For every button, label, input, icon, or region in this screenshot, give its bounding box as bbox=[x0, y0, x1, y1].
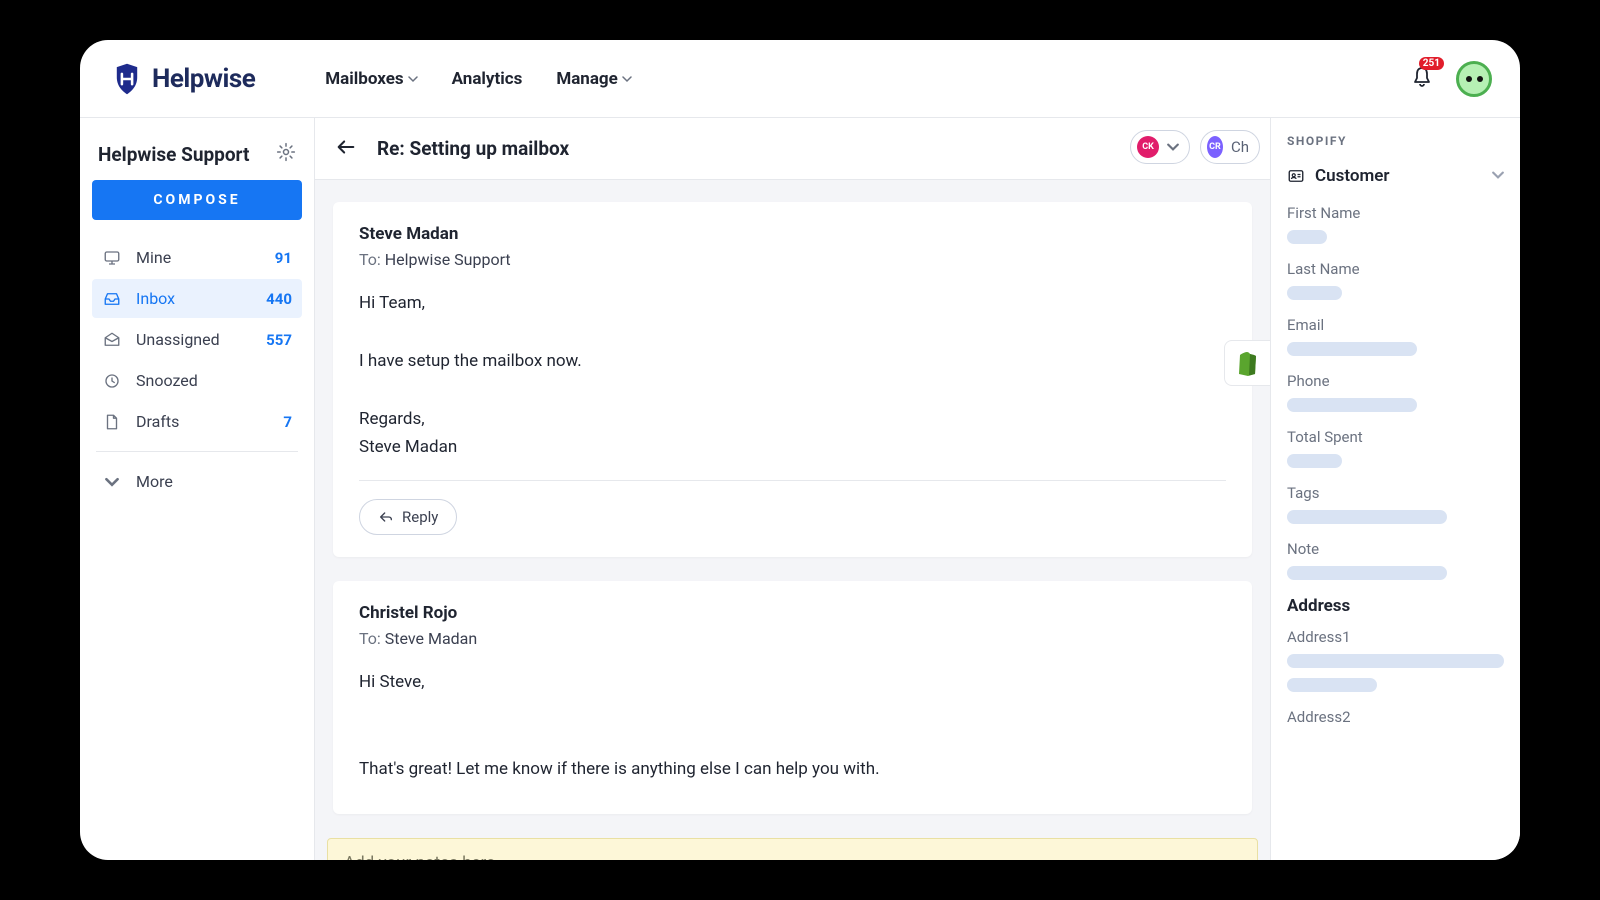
sidebar-item-label: More bbox=[136, 472, 292, 491]
sidebar-item-unassigned[interactable]: Unassigned 557 bbox=[92, 320, 302, 359]
file-icon bbox=[102, 413, 122, 431]
message-from: Christel Rojo bbox=[359, 603, 1226, 623]
message-to: To: Steve Madan bbox=[359, 629, 1226, 648]
field-label-tags: Tags bbox=[1287, 484, 1504, 502]
mailbox-settings-button[interactable] bbox=[276, 142, 296, 166]
message-card: Steve Madan To: Helpwise Support Hi Team… bbox=[333, 202, 1252, 557]
notifications-button[interactable]: 251 bbox=[1410, 65, 1434, 93]
sidebar-item-inbox[interactable]: Inbox 440 bbox=[92, 279, 302, 318]
skeleton-placeholder bbox=[1287, 654, 1504, 668]
sidebar-item-more[interactable]: More bbox=[92, 462, 302, 501]
message-body: Hi Team, I have setup the mailbox now. R… bbox=[359, 289, 1226, 462]
chip-avatar: CK bbox=[1137, 136, 1159, 158]
clock-icon bbox=[102, 372, 122, 390]
skeleton-placeholder bbox=[1287, 566, 1447, 580]
chip-label: Ch bbox=[1231, 138, 1249, 156]
sidebar-item-count: 440 bbox=[266, 290, 292, 308]
compose-button[interactable]: COMPOSE bbox=[92, 180, 302, 220]
id-card-icon bbox=[1287, 167, 1305, 185]
reply-button[interactable]: Reply bbox=[359, 499, 457, 535]
chevron-down-icon bbox=[622, 74, 632, 84]
skeleton-placeholder bbox=[1287, 230, 1327, 244]
message-from: Steve Madan bbox=[359, 224, 1226, 244]
divider bbox=[359, 480, 1226, 481]
sidebar-item-label: Inbox bbox=[136, 289, 266, 308]
divider bbox=[96, 451, 298, 452]
field-label-note: Note bbox=[1287, 540, 1504, 558]
address-section-title: Address bbox=[1287, 596, 1504, 616]
message-to: To: Helpwise Support bbox=[359, 250, 1226, 269]
sidebar-item-label: Mine bbox=[136, 248, 275, 267]
gear-icon bbox=[276, 142, 296, 162]
inbox-icon bbox=[102, 290, 122, 308]
notes-input[interactable]: Add your notes here... bbox=[327, 838, 1258, 860]
nav-analytics-label: Analytics bbox=[452, 69, 523, 89]
mailbox-title: Helpwise Support bbox=[98, 143, 249, 166]
to-label: To: bbox=[359, 250, 381, 269]
chevron-down-icon bbox=[102, 475, 122, 489]
skeleton-placeholder bbox=[1287, 454, 1342, 468]
sidebar-item-count: 91 bbox=[275, 249, 292, 267]
customer-section-label: Customer bbox=[1315, 166, 1390, 186]
thread-subject: Re: Setting up mailbox bbox=[377, 137, 569, 160]
sidebar-item-drafts[interactable]: Drafts 7 bbox=[92, 402, 302, 441]
notifications-badge: 251 bbox=[1419, 57, 1444, 70]
avatar-face-icon bbox=[1466, 76, 1483, 82]
envelope-open-icon bbox=[102, 331, 122, 349]
sidebar-item-count: 7 bbox=[283, 413, 292, 431]
nav-mailboxes[interactable]: Mailboxes bbox=[325, 69, 417, 89]
skeleton-placeholder bbox=[1287, 678, 1377, 692]
message-card: Christel Rojo To: Steve Madan Hi Steve, … bbox=[333, 581, 1252, 814]
nav-manage-label: Manage bbox=[556, 69, 618, 89]
to-value: Helpwise Support bbox=[385, 250, 511, 269]
arrow-left-icon bbox=[335, 136, 357, 158]
skeleton-placeholder bbox=[1287, 398, 1417, 412]
nav-mailboxes-label: Mailboxes bbox=[325, 69, 403, 89]
reply-label: Reply bbox=[402, 508, 438, 526]
sidebar-item-label: Drafts bbox=[136, 412, 283, 431]
sidebar-item-mine[interactable]: Mine 91 bbox=[92, 238, 302, 277]
customer-section-toggle[interactable]: Customer bbox=[1287, 166, 1504, 186]
skeleton-placeholder bbox=[1287, 286, 1342, 300]
shopify-icon bbox=[1235, 349, 1261, 377]
panel-title: SHOPIFY bbox=[1287, 134, 1504, 148]
message-body: Hi Steve, That's great! Let me know if t… bbox=[359, 668, 1226, 784]
to-value: Steve Madan bbox=[385, 629, 477, 648]
field-label-email: Email bbox=[1287, 316, 1504, 334]
sidebar-item-label: Unassigned bbox=[136, 330, 266, 349]
field-label-last-name: Last Name bbox=[1287, 260, 1504, 278]
helpwise-logo-icon bbox=[110, 62, 144, 96]
assignee-chip-ck[interactable]: CK bbox=[1130, 130, 1190, 164]
field-label-total-spent: Total Spent bbox=[1287, 428, 1504, 446]
sidebar-item-label: Snoozed bbox=[136, 371, 292, 390]
field-label-address2: Address2 bbox=[1287, 708, 1504, 726]
monitor-icon bbox=[102, 249, 122, 267]
shopify-side-tab[interactable] bbox=[1224, 340, 1270, 386]
chevron-down-icon bbox=[1167, 141, 1179, 153]
skeleton-placeholder bbox=[1287, 342, 1417, 356]
notes-placeholder: Add your notes here... bbox=[344, 853, 509, 860]
chevron-down-icon bbox=[408, 74, 418, 84]
chip-avatar: CR bbox=[1207, 136, 1223, 158]
field-label-phone: Phone bbox=[1287, 372, 1504, 390]
assignee-chip-cr[interactable]: CR Ch bbox=[1200, 130, 1260, 164]
sidebar-item-snoozed[interactable]: Snoozed bbox=[92, 361, 302, 400]
skeleton-placeholder bbox=[1287, 510, 1447, 524]
sidebar-item-count: 557 bbox=[266, 331, 292, 349]
user-avatar[interactable] bbox=[1456, 61, 1492, 97]
nav-manage[interactable]: Manage bbox=[556, 69, 632, 89]
brand-logo[interactable]: Helpwise bbox=[110, 62, 255, 96]
to-label: To: bbox=[359, 629, 381, 648]
field-label-first-name: First Name bbox=[1287, 204, 1504, 222]
brand-name: Helpwise bbox=[152, 64, 255, 94]
nav-analytics[interactable]: Analytics bbox=[452, 69, 523, 89]
back-button[interactable] bbox=[335, 136, 357, 162]
chevron-down-icon bbox=[1492, 166, 1504, 186]
field-label-address1: Address1 bbox=[1287, 628, 1504, 646]
reply-icon bbox=[378, 509, 394, 525]
